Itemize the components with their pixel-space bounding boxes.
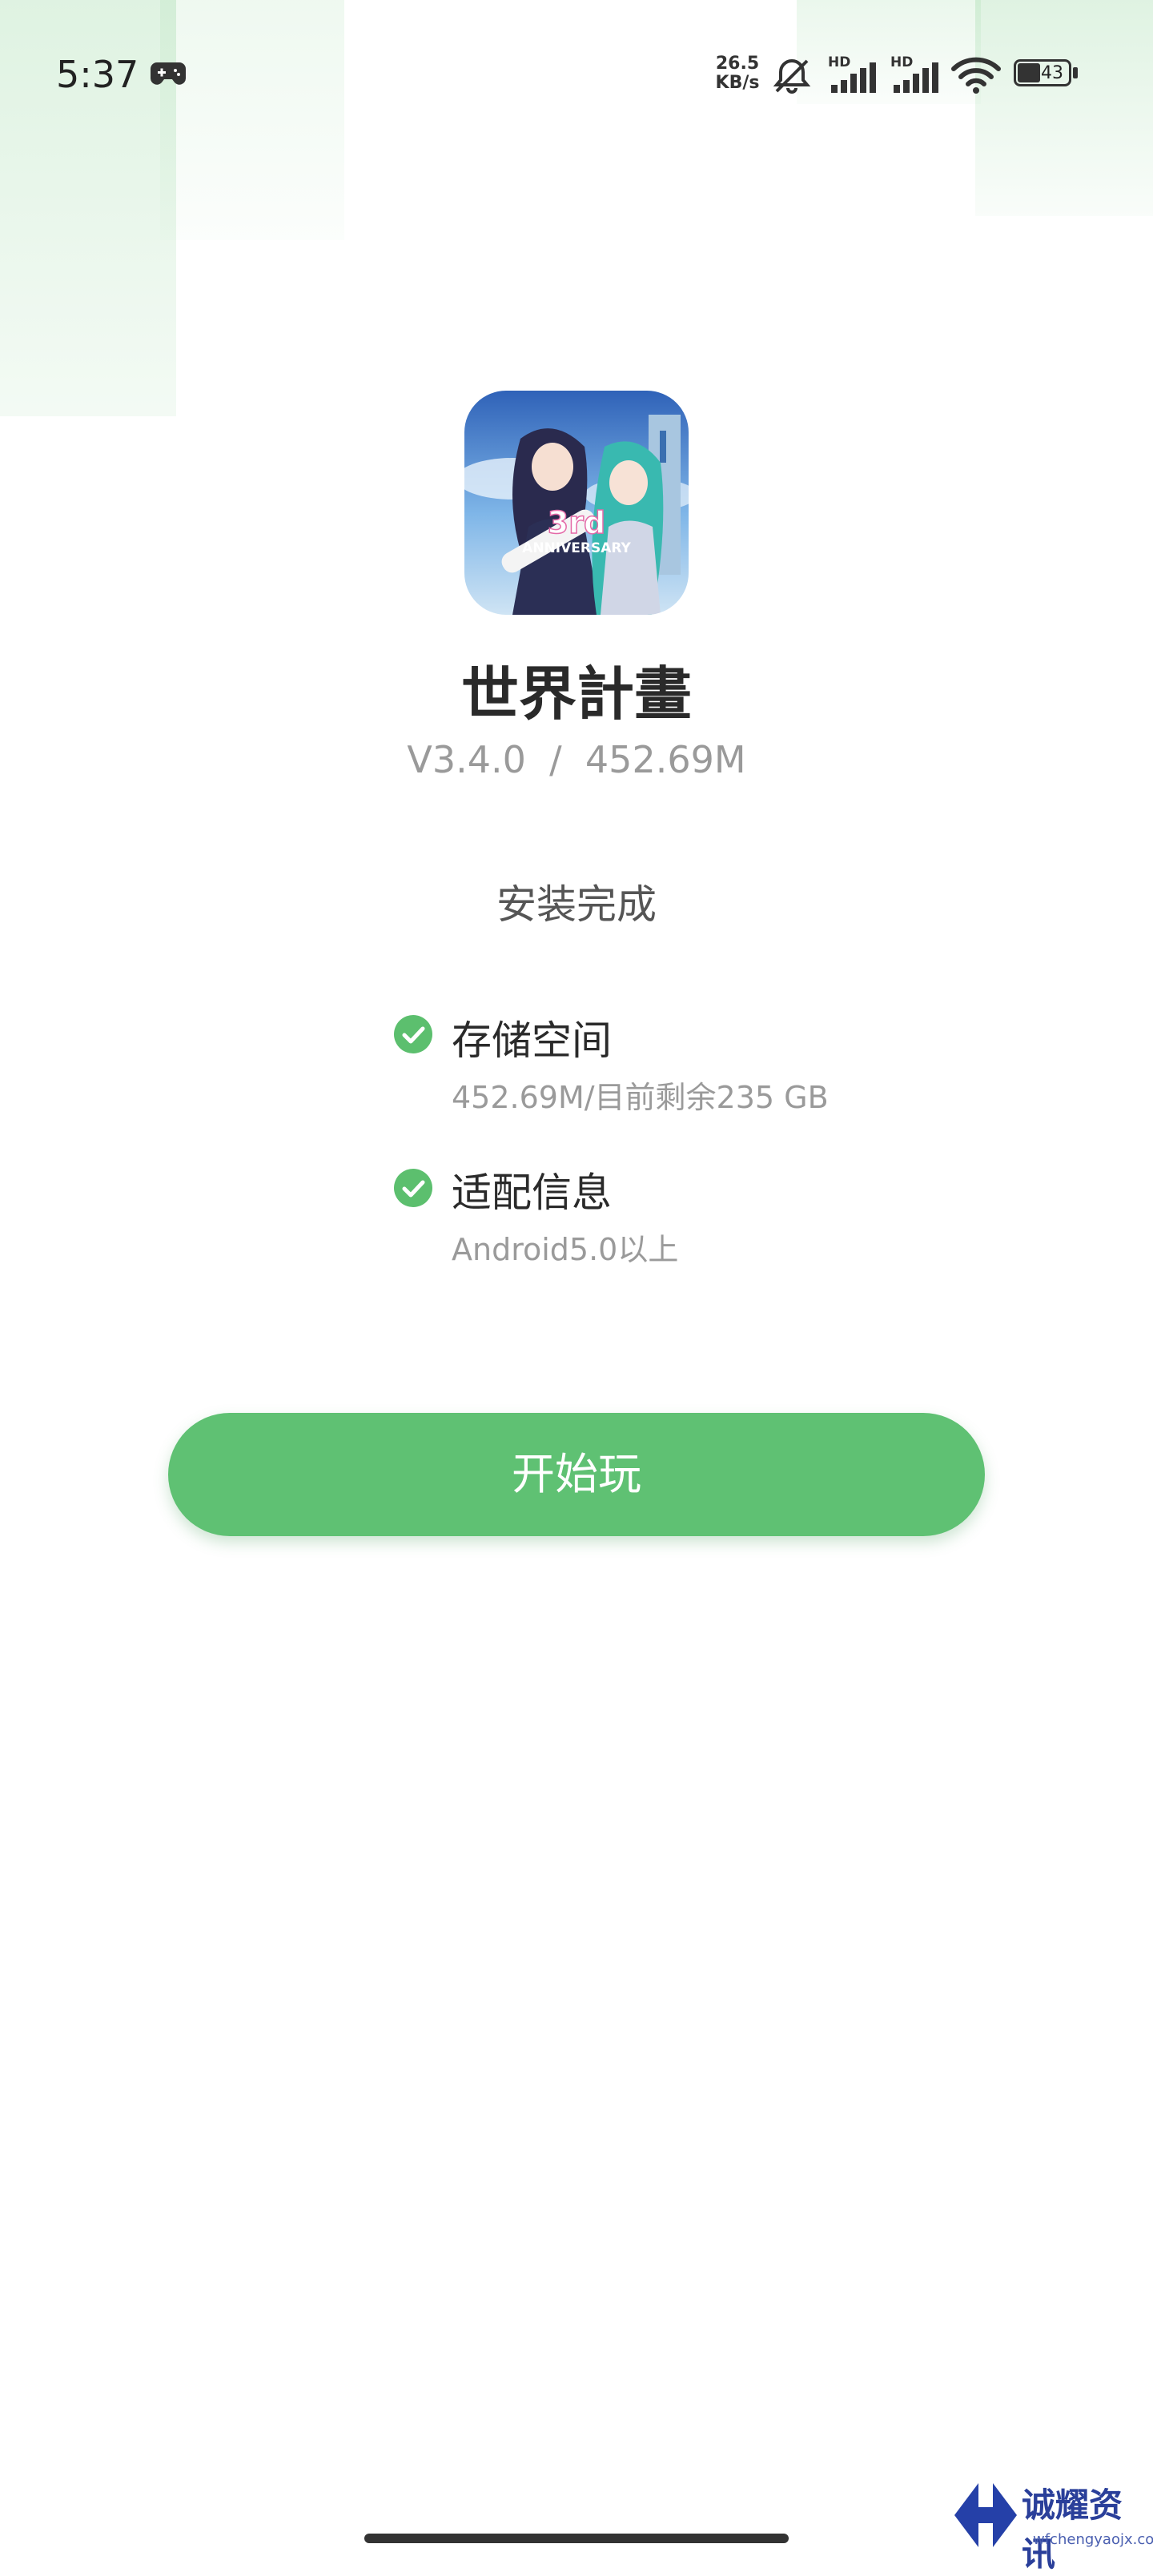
- signal-icon: [831, 62, 876, 93]
- check-icon: [394, 1169, 432, 1207]
- app-icon-text: ANNIVERSARY: [522, 540, 631, 556]
- wifi-icon: [951, 57, 1001, 94]
- compatibility-title: 适配信息: [452, 1170, 612, 1216]
- watermark-url: wfchengyaojx.com: [1033, 2531, 1153, 2548]
- start-play-button[interactable]: 开始玩: [168, 1413, 985, 1536]
- network-speed: 26.5 KB/s: [713, 54, 762, 93]
- storage-detail: 452.69M/目前剩余235 GB: [452, 1080, 829, 1115]
- storage-title: 存储空间: [452, 1017, 612, 1064]
- check-icon: [394, 1015, 432, 1053]
- background-decoration: [160, 0, 344, 240]
- app-icon: 3rd ANNIVERSARY: [464, 391, 689, 615]
- bell-muted-icon: [773, 58, 811, 94]
- app-name: 世界計畫: [460, 660, 692, 728]
- svg-text:3rd: 3rd: [548, 505, 605, 540]
- compatibility-detail: Android5.0以上: [452, 1232, 679, 1267]
- signal-icon: [894, 62, 938, 93]
- battery-icon: 43: [1014, 59, 1079, 90]
- install-status: 安装完成: [496, 881, 657, 928]
- app-version: V3.4.0 / 452.69M: [407, 738, 746, 781]
- status-time: 5:37: [56, 53, 139, 96]
- speed-value: 26.5: [715, 54, 760, 74]
- speed-unit: KB/s: [715, 73, 760, 93]
- background-decoration: [975, 0, 1153, 216]
- battery-level: 43: [1041, 63, 1063, 83]
- home-indicator[interactable]: [364, 2534, 789, 2543]
- watermark-logo: [954, 2483, 1017, 2547]
- gamepad-icon: [151, 62, 186, 85]
